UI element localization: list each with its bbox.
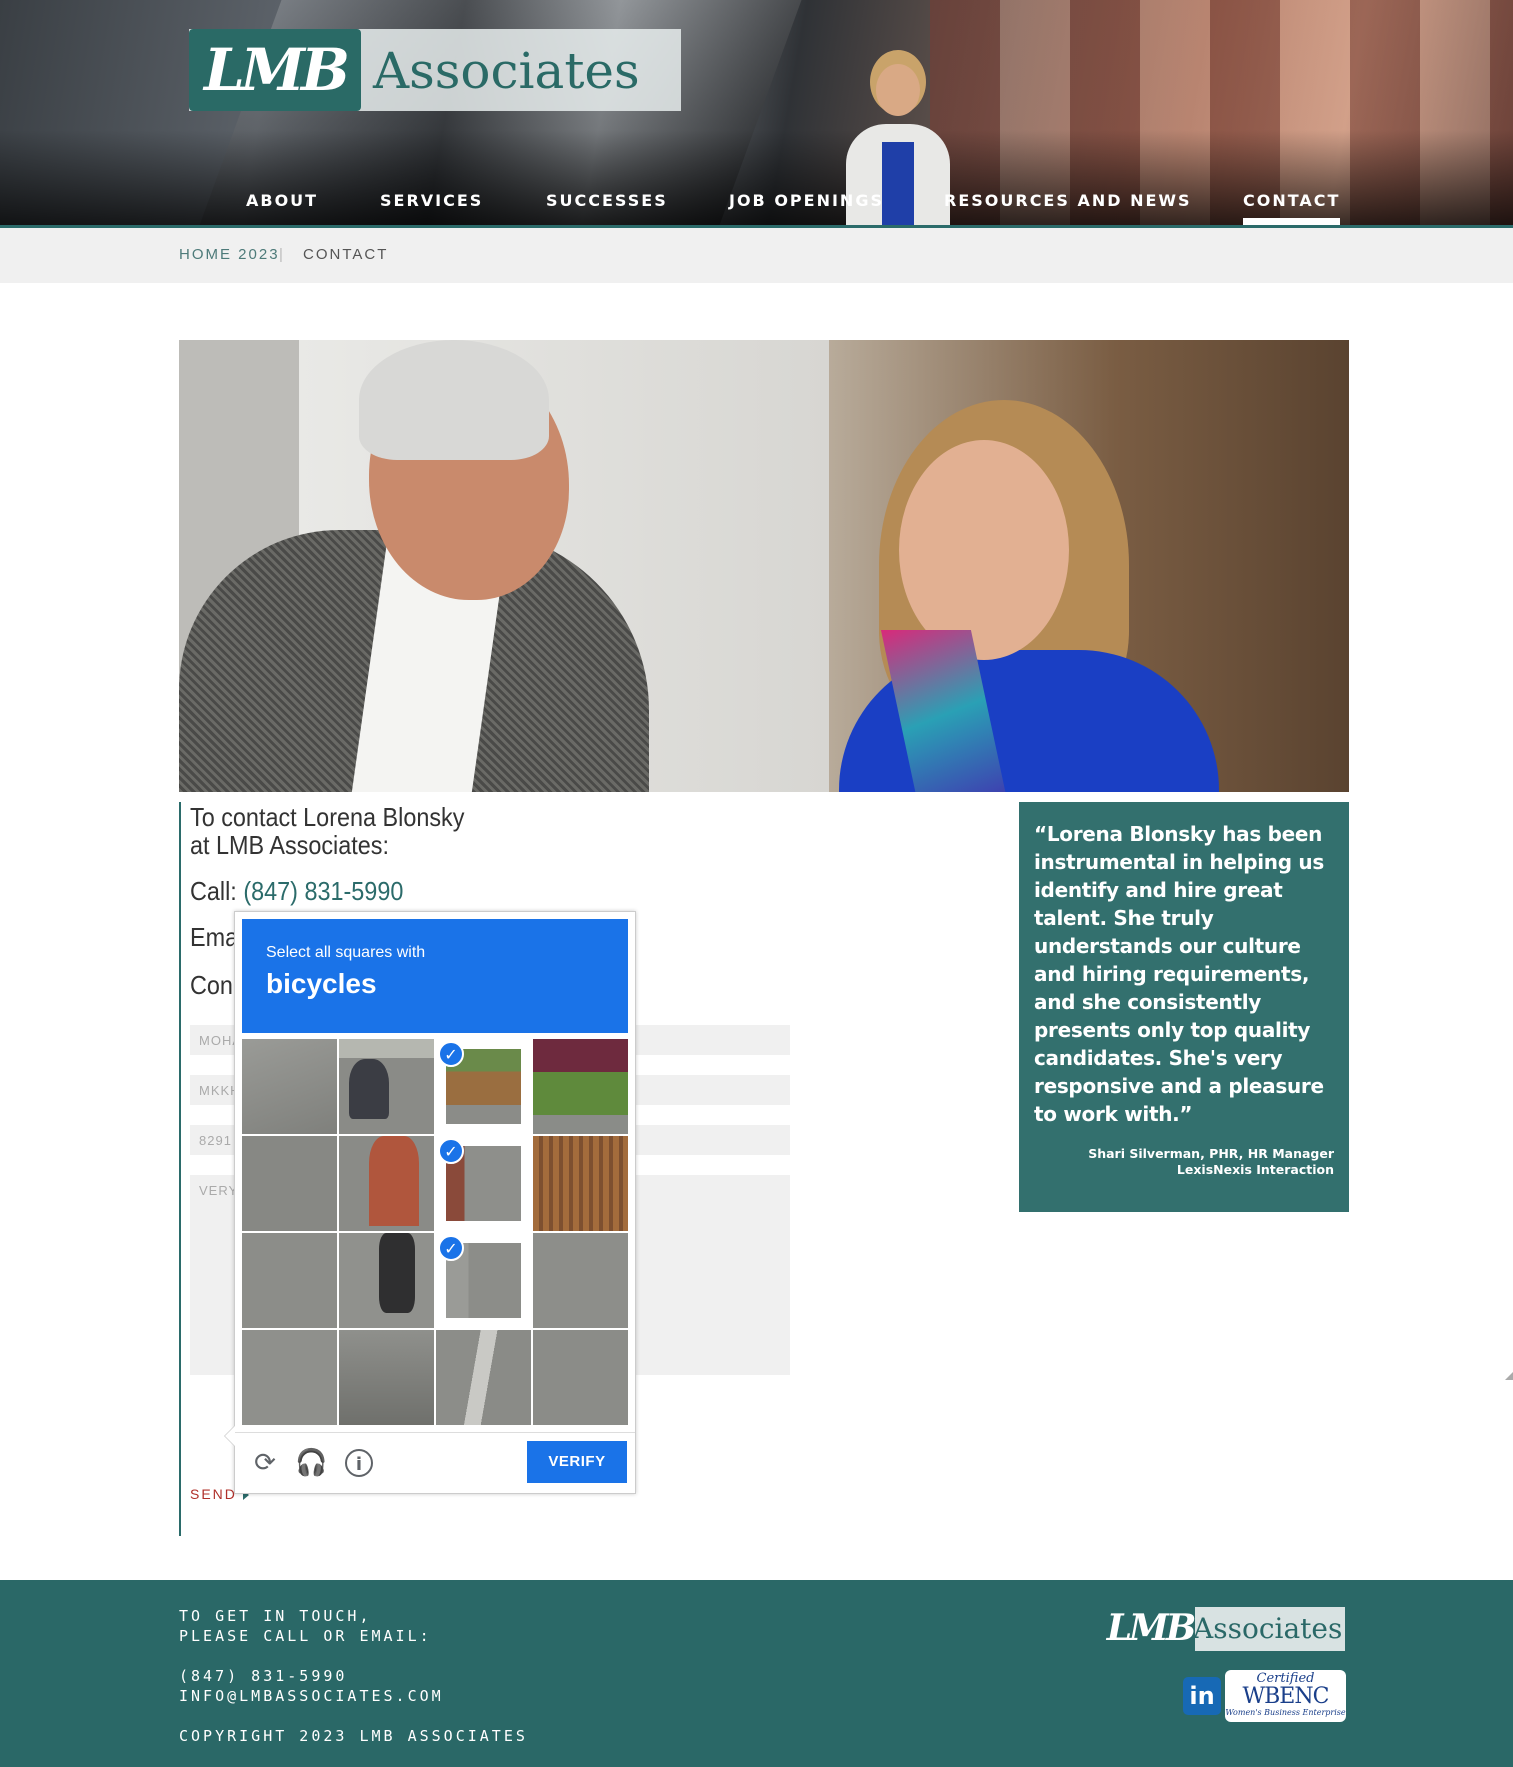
- footer-copyright: COPYRIGHT 2023 LMB ASSOCIATES: [179, 1727, 528, 1745]
- headphones-icon[interactable]: 🎧: [295, 1447, 327, 1479]
- testimonial-author: Shari Silverman, PHR, HR Manager LexisNe…: [1034, 1146, 1334, 1178]
- captcha-tile[interactable]: [339, 1233, 434, 1328]
- captcha-header: Select all squares with bicycles: [242, 919, 628, 1033]
- contact-heading: To contact Lorena Blonsky at LMB Associa…: [190, 803, 464, 859]
- main-nav: ABOUT SERVICES SUCCESSES JOB OPENINGS RE…: [0, 190, 1513, 228]
- site-logo[interactable]: LMB Associates: [189, 29, 681, 111]
- captcha-tile[interactable]: [339, 1136, 434, 1231]
- call-line: Call: (847) 831-5990: [190, 876, 403, 907]
- breadcrumb-current: CONTACT: [303, 246, 389, 263]
- captcha-tile[interactable]: [533, 1233, 628, 1328]
- captcha-grid: ✓ ✓ ✓: [242, 1039, 628, 1425]
- captcha-tile[interactable]: ✓: [436, 1233, 531, 1328]
- checkmark-icon: ✓: [438, 1041, 464, 1067]
- breadcrumb-separator: |: [279, 246, 285, 263]
- wbenc-subtitle: Women's Business Enterprise: [1225, 1708, 1346, 1717]
- captcha-tile[interactable]: [339, 1039, 434, 1134]
- captcha-challenge: Select all squares with bicycles ✓ ✓ ✓ ⟳…: [225, 911, 636, 1494]
- page: LMB Associates ABOUT SERVICES SUCCESSES …: [0, 0, 1513, 1767]
- testimonial-author-company: LexisNexis Interaction: [1176, 1162, 1334, 1177]
- nav-item-successes[interactable]: SUCCESSES: [546, 190, 668, 212]
- footer-email[interactable]: INFO@LMBASSOCIATES.COM: [179, 1686, 444, 1706]
- captcha-tile[interactable]: [242, 1330, 337, 1425]
- testimonial-box: “Lorena Blonsky has been instrumental in…: [1019, 802, 1349, 1212]
- nav-item-job-openings[interactable]: JOB OPENINGS: [729, 190, 884, 212]
- nav-item-services[interactable]: SERVICES: [380, 190, 483, 212]
- captcha-footer: ⟳ 🎧 i VERIFY: [235, 1432, 635, 1494]
- contact-heading-line2: at LMB Associates:: [190, 830, 389, 860]
- breadcrumb-home-link[interactable]: HOME 2023: [179, 246, 280, 263]
- checkmark-icon: ✓: [438, 1138, 464, 1164]
- footer-logo-wordmark: Associates: [1193, 1612, 1343, 1645]
- testimonial-author-name: Shari Silverman, PHR, HR Manager: [1088, 1146, 1334, 1161]
- send-label: SEND: [190, 1486, 237, 1502]
- site-footer: TO GET IN TOUCH, PLEASE CALL OR EMAIL: (…: [0, 1580, 1513, 1767]
- nav-item-contact[interactable]: CONTACT: [1243, 190, 1341, 225]
- footer-logo-mark: LMB: [1105, 1603, 1196, 1653]
- captcha-tile[interactable]: ✓: [436, 1039, 531, 1134]
- captcha-tile[interactable]: [533, 1039, 628, 1134]
- captcha-tile[interactable]: [436, 1330, 531, 1425]
- captcha-tile[interactable]: [242, 1136, 337, 1231]
- logo-wordmark: Associates: [373, 42, 640, 100]
- nav-item-about[interactable]: ABOUT: [246, 190, 318, 212]
- hero-photo: [179, 340, 1349, 792]
- captcha-instruction: Select all squares with: [266, 944, 426, 961]
- checkmark-icon: ✓: [438, 1235, 464, 1261]
- breadcrumb: HOME 2023 | CONTACT: [0, 228, 1513, 283]
- footer-phone[interactable]: (847) 831-5990: [179, 1666, 347, 1686]
- nav-item-resources-and-news[interactable]: RESOURCES AND NEWS: [944, 190, 1192, 212]
- email-line: Ema: [190, 922, 239, 952]
- content-divider: [179, 802, 181, 1536]
- logo-mark: LMB: [189, 29, 361, 111]
- captcha-tile[interactable]: ✓: [436, 1136, 531, 1231]
- captcha-target: bicycles: [266, 968, 377, 999]
- info-icon[interactable]: i: [345, 1449, 373, 1477]
- site-header: LMB Associates ABOUT SERVICES SUCCESSES …: [0, 0, 1513, 228]
- captcha-tile[interactable]: [533, 1136, 628, 1231]
- testimonial-quote: “Lorena Blonsky has been instrumental in…: [1034, 822, 1324, 1126]
- contact-heading-line1: To contact Lorena Blonsky: [190, 802, 465, 832]
- call-label: Call:: [190, 876, 237, 906]
- phone-link[interactable]: (847) 831-5990: [243, 876, 403, 906]
- captcha-tile[interactable]: [339, 1330, 434, 1425]
- footer-line2: PLEASE CALL OR EMAIL:: [179, 1627, 432, 1645]
- captcha-tile[interactable]: [242, 1039, 337, 1134]
- linkedin-icon[interactable]: in: [1183, 1677, 1221, 1715]
- verify-button[interactable]: VERIFY: [527, 1441, 627, 1483]
- footer-line1: TO GET IN TOUCH,: [179, 1607, 372, 1625]
- wbenc-mark: WBENC: [1242, 1684, 1330, 1709]
- scroll-corner-icon: [1505, 1372, 1513, 1380]
- wbenc-badge[interactable]: Certified WBENC Women's Business Enterpr…: [1225, 1670, 1346, 1722]
- footer-logo[interactable]: LMB Associates: [1105, 1603, 1345, 1653]
- captcha-tile[interactable]: [533, 1330, 628, 1425]
- reload-icon[interactable]: ⟳: [249, 1447, 281, 1479]
- captcha-tile[interactable]: [242, 1233, 337, 1328]
